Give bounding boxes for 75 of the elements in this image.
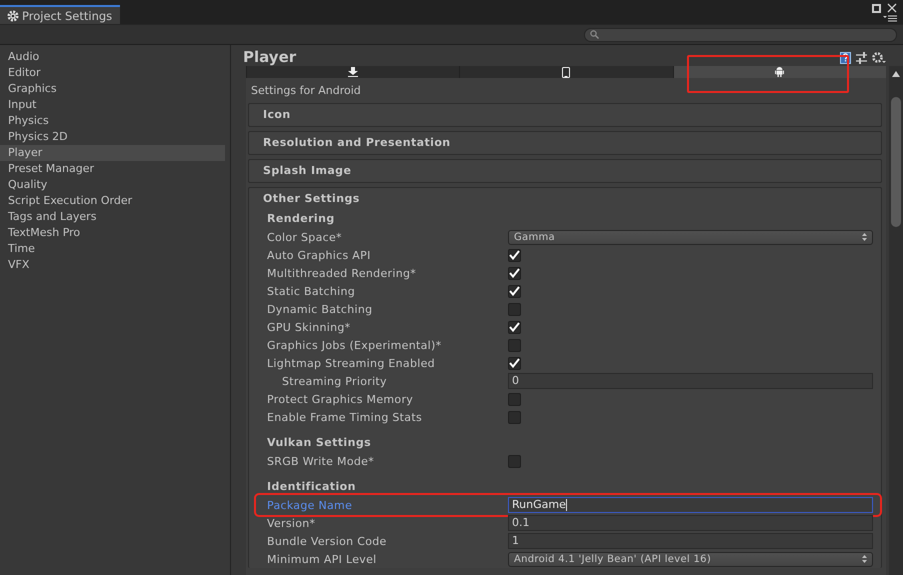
platform-tab[interactable] <box>672 66 886 78</box>
input-field[interactable]: 0.1 <box>508 515 873 531</box>
group-title: Rendering <box>267 211 336 227</box>
window-title: Project Settings <box>22 8 112 22</box>
window-tab[interactable]: Project Settings <box>0 5 120 24</box>
sidebar-item[interactable]: Physics <box>0 113 225 129</box>
updown-arrows-icon <box>862 555 867 563</box>
scroll-up-icon[interactable] <box>892 71 900 77</box>
close-icon[interactable] <box>887 3 897 13</box>
inspector-title: Player <box>243 49 296 66</box>
sidebar-item[interactable]: Tags and Layers <box>0 209 225 225</box>
menu-icon[interactable] <box>883 15 897 22</box>
group-title: Identification <box>267 479 357 495</box>
field-label: Multithreaded Rendering* <box>267 266 418 280</box>
maximize-icon[interactable] <box>872 4 881 12</box>
dropdown[interactable]: Gamma <box>508 230 873 244</box>
field-label: Package Name <box>267 498 354 512</box>
sidebar-item[interactable]: TextMesh Pro <box>0 225 225 241</box>
sidebar-item[interactable]: Script Execution Order <box>0 193 225 209</box>
sidebar-item[interactable]: Editor <box>0 65 225 81</box>
checkbox[interactable] <box>508 248 521 262</box>
field-label: Minimum API Level <box>267 552 378 566</box>
sidebar-item[interactable]: Input <box>0 97 225 113</box>
field-label: Protect Graphics Memory <box>267 392 414 406</box>
sidebar-item[interactable]: Player <box>0 145 225 161</box>
field-label: Color Space* <box>267 230 343 244</box>
updown-arrows-icon <box>862 233 867 241</box>
checkbox[interactable] <box>508 392 521 406</box>
group-title: Vulkan Settings <box>267 435 372 451</box>
field-label: Bundle Version Code <box>267 534 388 548</box>
checkbox[interactable] <box>508 266 521 280</box>
scrollbar[interactable] <box>889 66 903 575</box>
foldout-section[interactable]: Resolution and Presentation <box>248 131 882 155</box>
field-label: Static Batching <box>267 284 356 298</box>
search-icon <box>590 30 599 39</box>
checkbox[interactable] <box>508 454 521 468</box>
sidebar-item[interactable]: Graphics <box>0 81 225 97</box>
sidebar-item[interactable]: Physics 2D <box>0 129 225 145</box>
gear-icon <box>7 10 19 22</box>
field-label: Dynamic Batching <box>267 302 374 316</box>
android-icon <box>775 67 784 77</box>
field-label: Lightmap Streaming Enabled <box>267 356 436 370</box>
sidebar-item[interactable]: Preset Manager <box>0 161 225 177</box>
checkbox[interactable] <box>508 302 521 316</box>
foldout-section[interactable]: Icon <box>248 103 882 127</box>
input-field[interactable]: 1 <box>508 533 873 549</box>
phone-icon <box>562 66 570 78</box>
field-label: Streaming Priority <box>281 374 388 388</box>
download-icon <box>348 67 358 77</box>
checkbox[interactable] <box>508 410 521 424</box>
foldout-section[interactable] <box>248 187 882 568</box>
sliders-icon[interactable] <box>856 52 867 64</box>
checkbox[interactable] <box>508 284 521 298</box>
settings-subtitle: Settings for Android <box>251 84 362 98</box>
sidebar-item[interactable]: Audio <box>0 49 225 65</box>
search-field[interactable] <box>584 28 897 42</box>
checkbox[interactable] <box>508 356 521 370</box>
field-label: Auto Graphics API <box>267 248 372 262</box>
dropdown[interactable]: Android 4.1 'Jelly Bean' (API level 16) <box>508 552 873 566</box>
field-label: Version* <box>267 516 316 530</box>
sidebar-item[interactable]: VFX <box>0 257 225 273</box>
sidebar-item[interactable]: Quality <box>0 177 225 193</box>
input-field[interactable]: RunGame <box>508 497 873 513</box>
field-label: GPU Skinning* <box>267 320 352 334</box>
scroll-thumb[interactable] <box>891 97 901 227</box>
field-label: SRGB Write Mode* <box>267 454 376 468</box>
field-label: Enable Frame Timing Stats <box>267 410 423 424</box>
section-title: Other Settings <box>262 191 361 207</box>
gear-icon[interactable] <box>872 52 886 64</box>
sidebar-item[interactable]: Time <box>0 241 225 257</box>
foldout-section[interactable]: Splash Image <box>248 159 882 183</box>
checkbox[interactable] <box>508 320 521 334</box>
checkbox[interactable] <box>508 338 521 352</box>
input-field[interactable]: 0 <box>508 373 873 389</box>
field-label: Graphics Jobs (Experimental)* <box>267 338 442 352</box>
